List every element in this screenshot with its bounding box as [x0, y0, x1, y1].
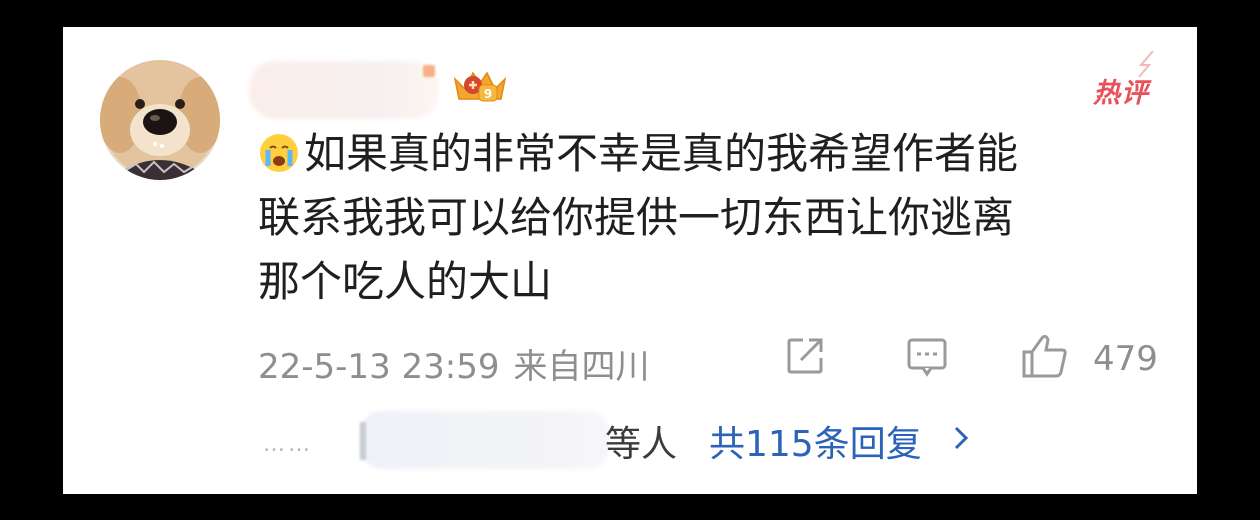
- avatar[interactable]: [100, 60, 220, 180]
- reply-dots: ……: [263, 432, 313, 457]
- comment-line-2: 联系我我可以给你提供一切东西让你逃离: [258, 193, 1015, 242]
- comment-meta: 22-5-13 23:59 来自四川: [258, 339, 650, 388]
- comment-location: 来自四川: [513, 347, 650, 387]
- comment-line-3: 那个吃人的大山: [258, 257, 553, 306]
- comment-icon[interactable]: [905, 334, 949, 378]
- comment-card: 9 热评 如果真的非常不幸是真的我希望作者能 联系我我可以给你提供一切东西让你逃…: [63, 27, 1197, 494]
- chevron-right-icon[interactable]: [951, 424, 971, 452]
- comment-text[interactable]: 如果真的非常不幸是真的我希望作者能 联系我我可以给你提供一切东西让你逃离 那个吃…: [258, 122, 1138, 314]
- svg-text:9: 9: [484, 87, 492, 101]
- share-icon[interactable]: [783, 334, 827, 378]
- hot-comment-badge: 热评: [1093, 78, 1149, 109]
- username-redacted[interactable]: [249, 61, 439, 119]
- username-badge-fragment: [423, 65, 435, 77]
- crown-badge-icon: 9: [453, 71, 507, 102]
- replies-link[interactable]: 共115条回复: [709, 415, 922, 467]
- comment-date: 22-5-13 23:59: [258, 347, 500, 387]
- reply-others-label: 等人: [605, 424, 678, 465]
- crying-face-icon: [260, 134, 298, 172]
- reply-users-redacted[interactable]: [360, 411, 610, 469]
- thumbs-up-icon[interactable]: [1020, 332, 1070, 380]
- comment-line-1: 如果真的非常不幸是真的我希望作者能: [258, 122, 1138, 186]
- like-count: 479: [1093, 339, 1158, 379]
- reply-users-edge: [360, 422, 366, 460]
